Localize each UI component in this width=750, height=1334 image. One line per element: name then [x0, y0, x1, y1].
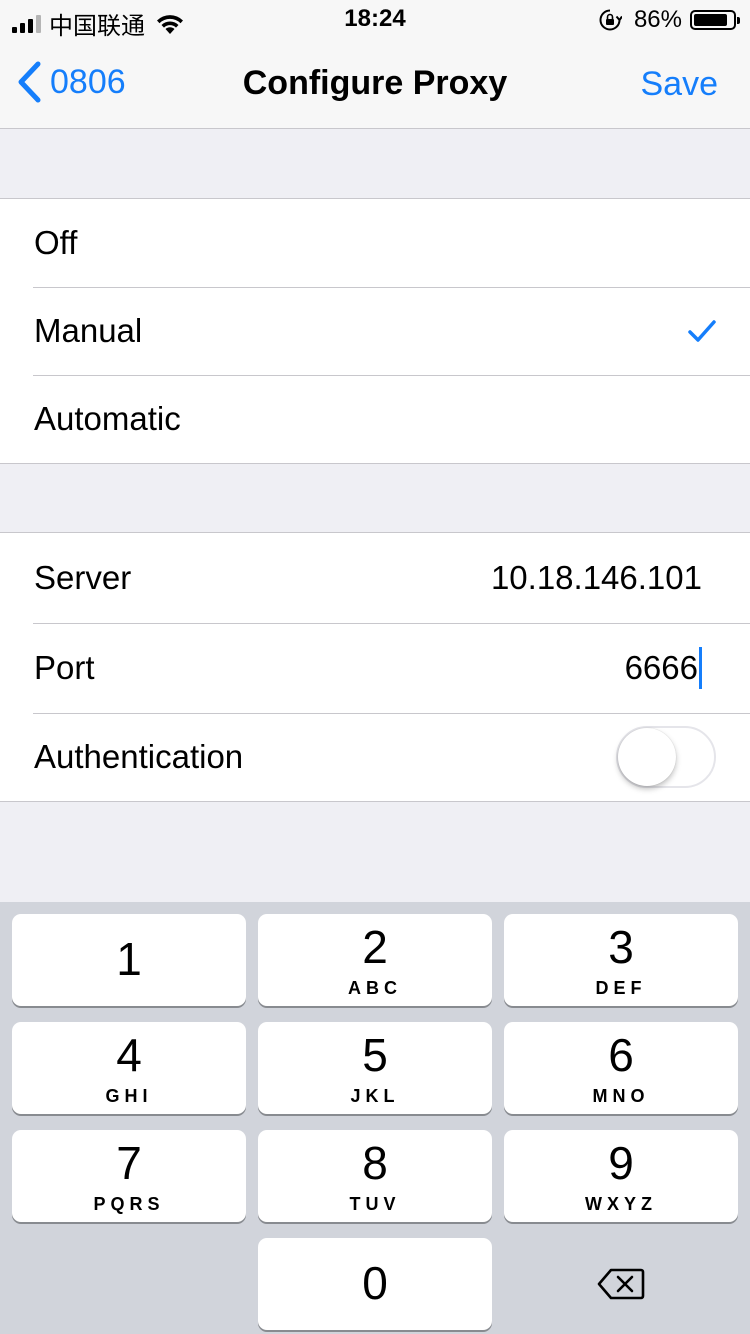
checkmark-icon [688, 320, 716, 342]
proxy-mode-automatic-label: Automatic [34, 400, 181, 437]
key-8[interactable]: 8 TUV [258, 1130, 492, 1222]
key-6-letters: MNO [592, 1086, 650, 1106]
key-5-letters: JKL [350, 1086, 400, 1106]
key-5[interactable]: 5 JKL [258, 1022, 492, 1114]
key-8-digit: 8 [362, 1137, 388, 1189]
text-cursor [699, 647, 702, 689]
proxy-mode-off-label: Off [34, 224, 78, 261]
key-9[interactable]: 9 WXYZ [504, 1130, 738, 1222]
key-3[interactable]: 3 DEF [504, 914, 738, 1006]
authentication-toggle[interactable] [616, 726, 716, 788]
chevron-left-icon [18, 61, 41, 103]
key-7-digit: 7 [116, 1137, 142, 1189]
port-label: Port [34, 649, 95, 686]
authentication-row: Authentication [0, 713, 750, 801]
proxy-mode-automatic[interactable]: Automatic [0, 375, 750, 463]
status-right: 86% [598, 6, 740, 34]
key-4-letters: GHI [105, 1086, 153, 1106]
key-3-letters: DEF [595, 978, 647, 998]
navigation-bar: 0806 Configure Proxy Save [0, 40, 750, 129]
back-button-label: 0806 [50, 62, 126, 101]
key-4-digit: 4 [116, 1029, 142, 1081]
port-row: Port 6666 [0, 623, 750, 713]
proxy-mode-group: Off Manual Automatic [0, 198, 750, 464]
key-1[interactable]: 1 [12, 914, 246, 1006]
battery-icon [690, 10, 740, 30]
key-2-digit: 2 [362, 921, 388, 973]
delete-backspace-icon [597, 1268, 645, 1300]
server-row: Server 10.18.146.101 [0, 533, 750, 623]
key-2[interactable]: 2 ABC [258, 914, 492, 1006]
key-2-letters: ABC [348, 978, 402, 998]
port-value: 6666 [624, 649, 698, 686]
status-bar: 中国联通 18:24 86% [0, 0, 750, 40]
delete-key[interactable] [504, 1238, 738, 1330]
orientation-lock-icon [599, 9, 622, 31]
proxy-mode-manual-label: Manual [34, 312, 143, 349]
port-field[interactable]: 6666 [625, 647, 702, 689]
key-7[interactable]: 7 PQRS [12, 1130, 246, 1222]
key-6[interactable]: 6 MNO [504, 1022, 738, 1114]
key-5-digit: 5 [362, 1029, 388, 1081]
battery-cap [737, 17, 740, 24]
server-label: Server [34, 559, 132, 596]
numeric-keypad: 1 2 ABC 3 DEF 4 GHI 5 JKL 6 MNO 7 PQRS 8… [0, 902, 750, 1334]
manual-settings-group: Server 10.18.146.101 Port 6666 Authentic… [0, 532, 750, 802]
battery-fill [694, 14, 727, 26]
key-6-digit: 6 [608, 1029, 634, 1081]
key-1-digit: 1 [116, 933, 142, 985]
proxy-mode-off[interactable]: Off [0, 199, 750, 287]
authentication-label: Authentication [34, 738, 244, 775]
toggle-knob [618, 728, 676, 786]
battery-percent: 86% [633, 6, 682, 33]
save-button[interactable]: Save [641, 65, 719, 104]
key-0[interactable]: 0 [258, 1238, 492, 1330]
proxy-mode-manual[interactable]: Manual [0, 287, 750, 375]
key-9-letters: WXYZ [585, 1194, 657, 1214]
back-button[interactable]: 0806 [16, 60, 126, 104]
server-field[interactable]: 10.18.146.101 [491, 559, 702, 597]
key-0-digit: 0 [362, 1257, 388, 1309]
key-7-letters: PQRS [93, 1194, 165, 1214]
key-8-letters: TUV [349, 1194, 401, 1214]
server-value: 10.18.146.101 [490, 559, 702, 596]
key-4[interactable]: 4 GHI [12, 1022, 246, 1114]
key-3-digit: 3 [608, 921, 634, 973]
key-9-digit: 9 [608, 1137, 634, 1189]
